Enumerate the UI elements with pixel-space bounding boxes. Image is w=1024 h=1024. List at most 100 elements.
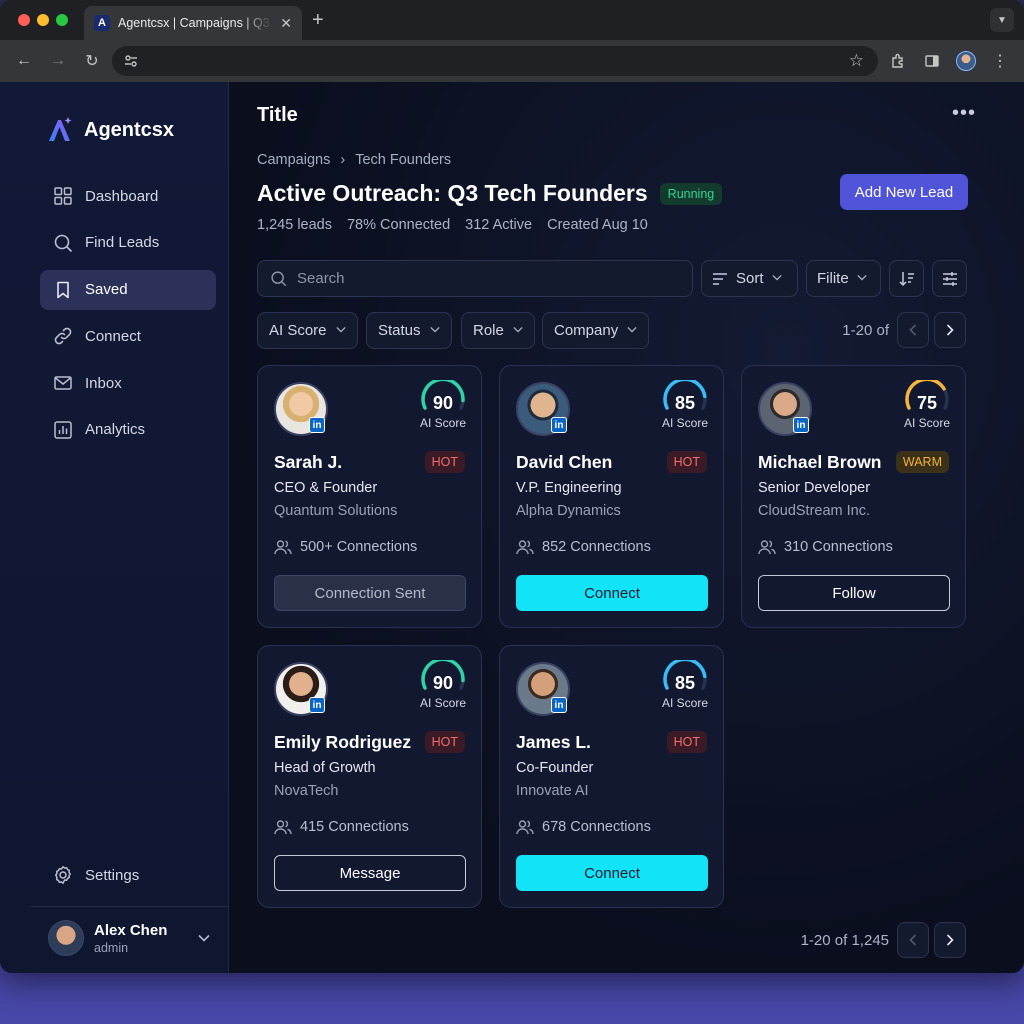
lead-name[interactable]: James L. bbox=[516, 732, 591, 753]
linkedin-icon: in bbox=[551, 417, 567, 433]
lead-card[interactable]: in 85 AI Score David Chen HOT V.P. Engin… bbox=[499, 365, 724, 628]
lead-action-button[interactable]: Connection Sent bbox=[274, 575, 466, 611]
chevron-down-icon bbox=[513, 325, 523, 336]
sidebar-item-label: Find Leads bbox=[85, 234, 160, 252]
more-options-icon[interactable]: ••• bbox=[952, 102, 976, 125]
browser-menu-icon[interactable]: ⋮ bbox=[986, 47, 1014, 75]
sidebar-item-saved[interactable]: Saved bbox=[40, 269, 216, 310]
ai-score-filter[interactable]: AI Score bbox=[257, 312, 358, 349]
add-new-lead-button[interactable]: Add New Lead bbox=[840, 174, 968, 210]
pagination-range-bottom: 1-20 of 1,245 bbox=[800, 932, 889, 949]
users-icon bbox=[274, 820, 292, 835]
search-input[interactable]: Search bbox=[257, 260, 693, 297]
sidebar-item-label: Saved bbox=[85, 281, 128, 299]
filter-label: Role bbox=[473, 322, 504, 339]
address-bar[interactable]: ☆ bbox=[112, 46, 878, 76]
site-settings-icon[interactable] bbox=[120, 50, 142, 72]
lead-role: Senior Developer bbox=[758, 480, 871, 496]
chevron-down-icon bbox=[627, 325, 637, 336]
breadcrumb-current[interactable]: Tech Founders bbox=[355, 152, 451, 168]
maximize-window-button[interactable] bbox=[56, 14, 68, 26]
campaign-header: Active Outreach: Q3 Tech Founders Runnin… bbox=[257, 180, 723, 207]
linkedin-icon: in bbox=[309, 417, 325, 433]
sidebar-item-connect[interactable]: Connect bbox=[40, 316, 216, 356]
lead-action-button[interactable]: Connect bbox=[516, 855, 708, 891]
bookmark-star-icon[interactable]: ☆ bbox=[843, 51, 870, 71]
app: Agentcsx Dashboard Find Leads Saved Conn… bbox=[0, 82, 1024, 973]
prev-page-button-bottom[interactable] bbox=[897, 922, 929, 958]
chevron-right-icon bbox=[946, 324, 954, 336]
lead-action-button[interactable]: Message bbox=[274, 855, 466, 891]
prev-page-button[interactable] bbox=[897, 312, 929, 348]
chevron-down-icon[interactable] bbox=[198, 931, 210, 945]
extensions-icon[interactable] bbox=[884, 47, 912, 75]
sidepanel-icon[interactable] bbox=[918, 47, 946, 75]
forward-icon[interactable]: → bbox=[44, 47, 72, 75]
brand-logo-icon bbox=[46, 116, 74, 144]
lead-company: CloudStream Inc. bbox=[758, 503, 871, 519]
connections-count: 678 Connections bbox=[542, 819, 651, 835]
lead-company: Innovate AI bbox=[516, 783, 589, 799]
company-filter[interactable]: Company bbox=[542, 312, 650, 349]
connections-count: 852 Connections bbox=[542, 539, 651, 555]
tab-search-icon[interactable]: ▼ bbox=[990, 8, 1014, 32]
stat-leads: 1,245 leads bbox=[257, 217, 332, 233]
filter-dropdown[interactable]: Filite bbox=[806, 260, 881, 297]
brand[interactable]: Agentcsx bbox=[46, 116, 174, 144]
lead-card[interactable]: in 85 AI Score James L. HOT Co-Founder I… bbox=[499, 645, 724, 908]
sort-descending-icon bbox=[898, 271, 914, 286]
browser-tab[interactable]: A Agentcsx | Campaigns | Q3 Tech Founder… bbox=[84, 6, 302, 40]
close-window-button[interactable] bbox=[18, 14, 30, 26]
linkedin-icon: in bbox=[309, 697, 325, 713]
role-filter[interactable]: Role bbox=[461, 312, 535, 349]
sidebar: Agentcsx Dashboard Find Leads Saved Conn… bbox=[0, 82, 229, 973]
avatar bbox=[48, 920, 84, 956]
lead-card[interactable]: in 75 AI Score Michael Brown WARM Senior… bbox=[741, 365, 966, 628]
lead-name[interactable]: Michael Brown bbox=[758, 452, 882, 473]
favicon-icon: A bbox=[94, 15, 110, 31]
chevron-left-icon bbox=[909, 934, 917, 946]
new-tab-icon[interactable]: + bbox=[312, 9, 324, 32]
breadcrumb-campaigns[interactable]: Campaigns bbox=[257, 152, 330, 168]
ai-score-value: 75 bbox=[916, 393, 938, 413]
ai-score-value: 85 bbox=[674, 393, 696, 413]
ai-score-value: 90 bbox=[432, 393, 454, 413]
next-page-button[interactable] bbox=[934, 312, 966, 348]
pagination-range: 1-20 of bbox=[842, 322, 889, 339]
mail-icon bbox=[54, 376, 72, 390]
sidebar-item-label: Analytics bbox=[85, 421, 146, 439]
status-filter[interactable]: Status bbox=[366, 312, 452, 349]
profile-icon[interactable] bbox=[952, 47, 980, 75]
lead-company: Quantum Solutions bbox=[274, 503, 398, 519]
lead-name[interactable]: Emily Rodriguez bbox=[274, 732, 411, 753]
main-content: Title ••• Campaigns › Tech Founders Acti… bbox=[229, 82, 1024, 973]
next-page-button-bottom[interactable] bbox=[934, 922, 966, 958]
sidebar-item-find-leads[interactable]: Find Leads bbox=[40, 223, 216, 263]
reload-icon[interactable]: ↻ bbox=[78, 47, 106, 75]
sidebar-item-label: Connect bbox=[85, 327, 141, 345]
sidebar-item-inbox[interactable]: Inbox bbox=[40, 363, 216, 403]
lead-name[interactable]: David Chen bbox=[516, 452, 612, 473]
lead-role: Co-Founder bbox=[516, 760, 594, 776]
bookmark-icon bbox=[57, 281, 69, 298]
ai-score-label: AI Score bbox=[419, 696, 467, 710]
browser-window: A Agentcsx | Campaigns | Q3 Tech Founder… bbox=[0, 0, 1024, 973]
sidebar-item-settings[interactable]: Settings bbox=[53, 865, 139, 885]
close-tab-icon[interactable]: ✕ bbox=[280, 15, 292, 32]
user-menu[interactable]: Alex Chen admin bbox=[48, 920, 210, 956]
lead-card[interactable]: in 90 AI Score Emily Rodriguez HOT Head … bbox=[257, 645, 482, 908]
back-icon[interactable]: ← bbox=[10, 47, 38, 75]
view-settings-button[interactable] bbox=[932, 260, 967, 297]
sidebar-item-analytics[interactable]: Analytics bbox=[40, 410, 216, 450]
lead-connections: 852 Connections bbox=[516, 539, 651, 555]
chart-icon bbox=[54, 421, 72, 439]
sidebar-item-dashboard[interactable]: Dashboard bbox=[40, 176, 216, 216]
lead-card[interactable]: in 90 AI Score Sarah J. HOT CEO & Founde… bbox=[257, 365, 482, 628]
minimize-window-button[interactable] bbox=[37, 14, 49, 26]
sort-order-button[interactable] bbox=[889, 260, 924, 297]
lead-action-button[interactable]: Connect bbox=[516, 575, 708, 611]
sort-dropdown[interactable]: Sort bbox=[701, 260, 798, 297]
lead-action-button[interactable]: Follow bbox=[758, 575, 950, 611]
lead-name[interactable]: Sarah J. bbox=[274, 452, 342, 473]
ai-score-gauge: 90 AI Score bbox=[419, 380, 467, 430]
